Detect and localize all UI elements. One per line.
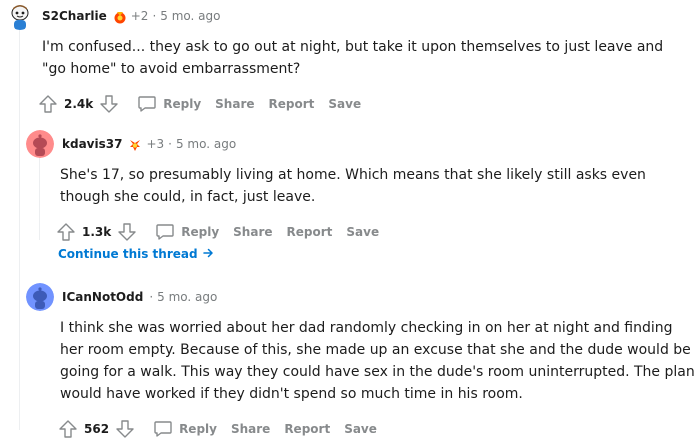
report-button[interactable]: Report	[269, 97, 315, 111]
username[interactable]: kdavis37	[62, 137, 122, 151]
username[interactable]: S2Charlie	[42, 9, 107, 23]
reply-button[interactable]: Reply	[137, 94, 215, 114]
comment-body: I think she was worried about her dad ra…	[60, 320, 695, 402]
reply-label: Reply	[179, 422, 217, 436]
reply-label: Reply	[181, 225, 220, 239]
save-button[interactable]: Save	[344, 422, 377, 436]
upvote-arrow-icon[interactable]	[58, 419, 78, 439]
report-button[interactable]: Report	[287, 225, 333, 239]
avatar[interactable]	[26, 130, 54, 158]
comment-meta: S2Charlie +2 · 5 mo. ago	[6, 2, 696, 30]
comment-actions: 2.4k Reply Share Report Save	[38, 92, 696, 116]
reply-button[interactable]: Reply	[155, 222, 233, 242]
timestamp[interactable]: 5 mo. ago	[176, 137, 236, 151]
comment-icannotodd: ICanNotOdd · 5 mo. ago I think she was w…	[26, 283, 696, 441]
save-button[interactable]: Save	[328, 97, 361, 111]
separator: ·	[149, 290, 154, 304]
report-button[interactable]: Report	[284, 422, 330, 436]
share-button[interactable]: Share	[233, 225, 272, 239]
timestamp[interactable]: 5 mo. ago	[160, 9, 220, 23]
speech-bubble-icon	[137, 94, 157, 114]
comment-body: I'm confused... they ask to go out at ni…	[42, 39, 664, 77]
arrow-right-icon	[203, 248, 213, 258]
comment-body: She's 17, so presumably living at home. …	[60, 167, 646, 205]
avatar[interactable]	[26, 283, 54, 311]
continue-thread-label: Continue this thread	[58, 247, 198, 261]
comment-actions: 562 Reply Share Report Save	[58, 417, 696, 441]
speech-bubble-icon	[155, 222, 175, 242]
continue-thread-link[interactable]: Continue this thread	[58, 247, 214, 261]
award-count: +2	[130, 9, 149, 23]
vote-count: 1.3k	[82, 225, 112, 239]
comment-s2charlie: S2Charlie +2 · 5 mo. ago I'm confused...…	[6, 2, 696, 116]
upvote-arrow-icon[interactable]	[38, 94, 58, 114]
comment-meta: ICanNotOdd · 5 mo. ago	[26, 283, 696, 311]
reply-label: Reply	[163, 97, 202, 111]
share-button[interactable]: Share	[231, 422, 270, 436]
award-icon[interactable]	[128, 137, 142, 151]
vote-count: 2.4k	[64, 97, 94, 111]
save-button[interactable]: Save	[346, 225, 379, 239]
snoo-avatar-icon	[26, 283, 54, 311]
upvote-arrow-icon[interactable]	[56, 222, 76, 242]
avatar[interactable]	[6, 2, 34, 30]
comment-actions: 1.3k Reply Share Report Save	[56, 220, 696, 244]
snoo-avatar-icon	[26, 130, 54, 158]
downvote-arrow-icon[interactable]	[99, 94, 119, 114]
timestamp[interactable]: 5 mo. ago	[157, 290, 217, 304]
comment-meta: kdavis37 +3 · 5 mo. ago	[26, 130, 696, 158]
downvote-arrow-icon[interactable]	[115, 419, 135, 439]
reply-button[interactable]: Reply	[153, 419, 231, 439]
snoo-avatar-icon	[6, 2, 34, 30]
downvote-arrow-icon[interactable]	[117, 222, 137, 242]
username[interactable]: ICanNotOdd	[62, 290, 143, 304]
award-count: +3	[146, 137, 165, 151]
share-button[interactable]: Share	[215, 97, 254, 111]
separator: ·	[152, 9, 157, 23]
separator: ·	[168, 137, 172, 151]
award-icon[interactable]	[113, 9, 127, 24]
comment-kdavis37: kdavis37 +3 · 5 mo. ago She's 17, so pre…	[26, 130, 696, 244]
speech-bubble-icon	[153, 419, 173, 439]
vote-count: 562	[84, 422, 110, 436]
